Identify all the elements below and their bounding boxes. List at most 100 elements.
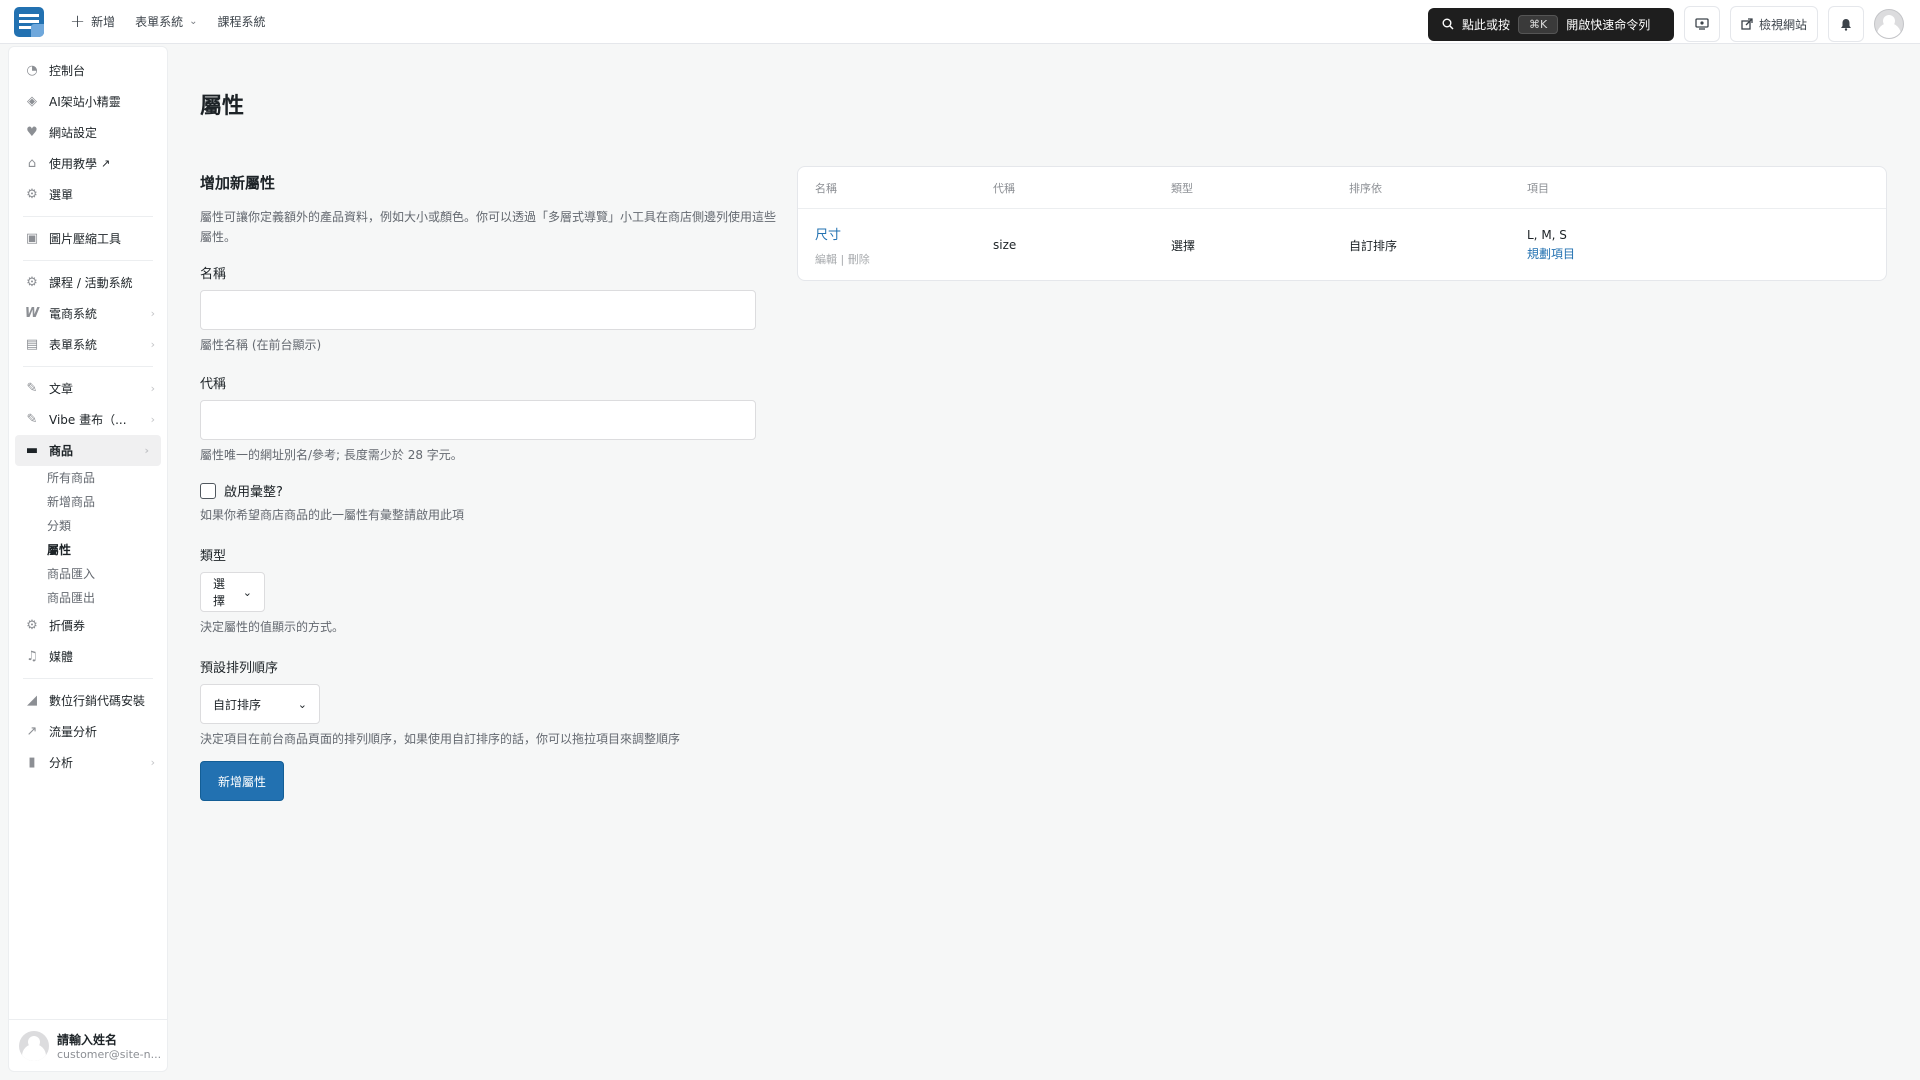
top-admin-bar: + 新增 表單系統 ⌄ 課程系統 點此或按 ⌘K 開啟快速命令列 檢視網站 — [0, 0, 1920, 44]
cell-name: 尺寸 編輯 | 刪除 — [815, 224, 993, 267]
user-name: 請輸入姓名 — [57, 1032, 118, 1047]
name-hint: 屬性名稱 (在前台顯示) — [200, 338, 322, 352]
submenu-import[interactable]: 商品匯入 — [47, 562, 167, 586]
forms-label: 表單系統 — [135, 15, 184, 29]
sidebar-item-label: AI架站小精靈 — [49, 95, 121, 109]
slug-hint: 屬性唯一的網址別名/參考; 長度需少於 28 字元。 — [200, 448, 463, 462]
form-description: 屬性可讓你定義額外的產品資料，例如大小或顏色。你可以透過「多層式導覽」小工具在商… — [200, 210, 777, 244]
admin-sidebar: ◔ 控制台 ◈ AI架站小精靈 ♥ 網站設定 ⌂ 使用教學 ↗ ⚙ 選單 ▣ 圖… — [8, 46, 168, 1072]
pin-icon: ✎ — [26, 381, 38, 396]
row-actions: 編輯 | 刪除 — [815, 251, 993, 267]
sidebar-item-tutorials[interactable]: ⌂ 使用教學 ↗ — [9, 148, 167, 179]
configure-terms-link[interactable]: 規劃項目 — [1527, 245, 1705, 262]
sidebar-item-image-compress[interactable]: ▣ 圖片壓縮工具 — [9, 223, 167, 254]
image-compress-icon: ▣ — [25, 231, 39, 246]
sidebar-item-label: 折價券 — [49, 619, 86, 633]
sidebar-divider — [23, 216, 153, 217]
cell-slug: size — [993, 238, 1017, 252]
sidebar-item-dashboard[interactable]: ◔ 控制台 — [9, 55, 167, 86]
edit-link[interactable]: 編輯 — [815, 253, 837, 266]
search-icon — [1442, 18, 1454, 30]
add-attribute-button[interactable]: 新增屬性 — [200, 761, 285, 801]
forms-menu[interactable]: 表單系統 ⌄ — [135, 13, 197, 30]
terms-list: L, M, S — [1527, 228, 1567, 242]
sidebar-divider — [23, 260, 153, 261]
command-palette-button[interactable]: 點此或按 ⌘K 開啟快速命令列 — [1427, 7, 1674, 41]
courses-label: 課程系統 — [217, 15, 266, 29]
submenu-all-products[interactable]: 所有商品 — [47, 466, 167, 490]
courses-menu[interactable]: 課程系統 — [218, 13, 266, 30]
sidebar-item-posts[interactable]: ✎ 文章 › — [9, 373, 167, 404]
enable-archives-row: 啟用彙整? — [200, 481, 780, 500]
site-logo[interactable] — [14, 6, 44, 37]
submenu-attributes[interactable]: 屬性 — [47, 538, 167, 562]
submenu-export[interactable]: 商品匯出 — [47, 586, 167, 610]
cell-type: 選擇 — [1171, 238, 1196, 253]
sidebar-user[interactable]: 請輸入姓名 customer@site-n... — [9, 1019, 167, 1071]
shortcut-key: ⌘K — [1518, 14, 1559, 34]
type-label: 類型 — [200, 549, 227, 564]
graduation-cap-icon: ⌂ — [27, 156, 37, 171]
column-header-type: 類型 — [1171, 181, 1193, 195]
notifications-button[interactable] — [1828, 6, 1864, 42]
attribute-name-link[interactable]: 尺寸 — [815, 224, 993, 243]
new-menu[interactable]: + 新增 — [70, 12, 115, 31]
chevron-down-icon: ⌄ — [297, 697, 307, 711]
submenu-categories[interactable]: 分類 — [47, 514, 167, 538]
sidebar-item-vibe-canvas[interactable]: ✎ Vibe 畫布（... › — [9, 404, 167, 435]
sidebar-item-label: 流量分析 — [49, 725, 98, 739]
sidebar-item-label: 課程 / 活動系統 — [49, 276, 133, 290]
bell-icon — [1841, 18, 1851, 31]
bar-chart-icon: ▮ — [28, 755, 36, 770]
command-prompt: 點此或按 — [1461, 17, 1510, 32]
sidebar-divider — [23, 366, 153, 367]
sidebar-item-coupons[interactable]: ⚙ 折價券 — [9, 610, 167, 641]
chevron-down-icon: ⌄ — [242, 585, 252, 599]
sidebar-item-label: 文章 — [49, 382, 74, 396]
sidebar-item-forms[interactable]: ▤ 表單系統 › — [9, 329, 167, 360]
sidebar-item-label: Vibe 畫布（... — [49, 413, 127, 427]
sidebar-item-label: 控制台 — [49, 64, 86, 78]
chevron-right-icon: › — [150, 756, 155, 769]
sidebar-item-label: 圖片壓縮工具 — [49, 232, 122, 246]
chevron-down-icon: ⌄ — [189, 16, 198, 27]
page-title: 屬性 — [200, 94, 245, 119]
avatar — [19, 1030, 49, 1061]
chevron-right-icon: › — [150, 338, 155, 351]
sidebar-item-ai-wizard[interactable]: ◈ AI架站小精靈 — [9, 86, 167, 117]
chevron-right-icon: › — [150, 413, 155, 426]
view-site-button[interactable]: 檢視網站 — [1729, 6, 1818, 42]
table-row: 尺寸 編輯 | 刪除 size 選擇 自訂排序 L, M, S 規劃項目 — [798, 209, 1886, 281]
name-input[interactable] — [200, 290, 756, 330]
sidebar-item-label: 使用教學 — [49, 157, 98, 171]
table-header: 名稱 代稱 類型 排序依 項目 — [798, 167, 1886, 209]
type-hint: 決定屬性的值顯示的方式。 — [200, 620, 345, 634]
add-attribute-form: 增加新屬性 屬性可讓你定義額外的產品資料，例如大小或顏色。你可以透過「多層式導覽… — [200, 172, 780, 801]
column-header-slug: 代稱 — [993, 181, 1015, 195]
sidebar-nav: ◔ 控制台 ◈ AI架站小精靈 ♥ 網站設定 ⌂ 使用教學 ↗ ⚙ 選單 ▣ 圖… — [9, 47, 167, 778]
delete-link[interactable]: 刪除 — [848, 253, 870, 266]
sidebar-item-site-settings[interactable]: ♥ 網站設定 — [9, 117, 167, 148]
view-site-label: 檢視網站 — [1758, 17, 1807, 32]
woo-icon: W — [24, 306, 40, 321]
order-select[interactable]: 自訂排序 ⌄ — [200, 684, 320, 724]
user-avatar[interactable] — [1874, 9, 1904, 39]
slug-input[interactable] — [200, 400, 756, 440]
enable-archives-checkbox[interactable] — [200, 482, 216, 499]
sidebar-item-media[interactable]: ♫ 媒體 — [9, 641, 167, 672]
sidebar-item-analytics[interactable]: ▮ 分析 › — [9, 747, 167, 778]
enable-archives-label: 啟用彙整? — [224, 485, 283, 500]
sidebar-item-ecommerce[interactable]: W 電商系統 › — [9, 298, 167, 329]
sidebar-item-menus[interactable]: ⚙ 選單 — [9, 179, 167, 210]
sidebar-item-label: 數位行銷代碼安裝 — [49, 694, 146, 708]
sidebar-item-courses[interactable]: ⚙ 課程 / 活動系統 — [9, 267, 167, 298]
sidebar-item-products[interactable]: ▬ 商品 › — [15, 435, 161, 466]
sidebar-item-label: 選單 — [49, 188, 74, 202]
sidebar-item-marketing-code[interactable]: ◢ 數位行銷代碼安裝 — [9, 685, 167, 716]
submenu-add-product[interactable]: 新增商品 — [47, 490, 167, 514]
preview-button[interactable] — [1683, 6, 1720, 42]
sidebar-item-label: 網站設定 — [49, 126, 98, 140]
row-action-separator: | — [840, 252, 845, 266]
type-select[interactable]: 選擇 ⌄ — [200, 572, 265, 612]
sidebar-item-traffic[interactable]: ↗ 流量分析 — [9, 716, 167, 747]
